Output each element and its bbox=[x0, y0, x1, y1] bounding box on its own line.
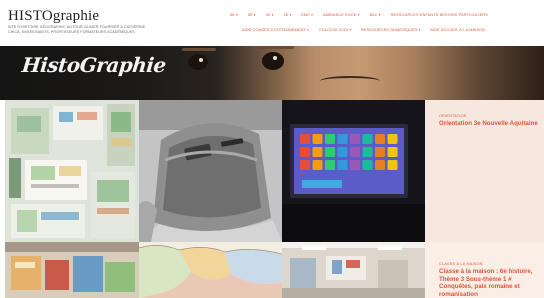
post-category[interactable]: Orientation bbox=[439, 114, 467, 118]
europe-map-icon bbox=[139, 242, 282, 298]
nav-item-primary-5[interactable]: Ambiance EGCE▾ bbox=[323, 13, 359, 17]
caret-down-icon: ▾ bbox=[311, 13, 313, 17]
nav-item-secondary-3[interactable]: Aide accueil à la maison bbox=[430, 28, 485, 32]
nav-item-label: 5e bbox=[247, 13, 253, 17]
post-thumbnail-map-europe[interactable] bbox=[139, 242, 282, 298]
nav-item-primary-3[interactable]: 3e▾ bbox=[283, 13, 291, 17]
caret-down-icon: ▾ bbox=[235, 13, 238, 17]
portrait-eye bbox=[188, 54, 208, 70]
caret-down-icon: ▾ bbox=[289, 13, 292, 17]
banner-logo[interactable]: HistoGraphie bbox=[21, 53, 167, 77]
app-tile-icon bbox=[375, 160, 385, 170]
post-card-classe-maison[interactable]: Classe à la maison Classe à la maison : … bbox=[425, 242, 544, 298]
caret-down-icon: ▾ bbox=[253, 13, 256, 17]
app-tile-icon bbox=[375, 147, 385, 157]
nav-item-label: 4e bbox=[265, 13, 271, 17]
post-thumbnail-classroom[interactable] bbox=[5, 242, 139, 298]
portrait-eye bbox=[262, 52, 284, 70]
post-thumbnail-room[interactable] bbox=[282, 242, 425, 298]
nav-item-primary-7[interactable]: Ressources enfants besoins particuliers bbox=[391, 13, 488, 17]
post-thumbnail-backpack[interactable] bbox=[139, 100, 282, 242]
nav-item-label: Ressources numériques bbox=[361, 28, 418, 32]
portrait-shadow bbox=[320, 76, 380, 86]
nav-item-secondary-1[interactable]: Collège 2019▾ bbox=[319, 28, 351, 32]
app-tile-icon bbox=[387, 147, 398, 157]
portrait-brow bbox=[182, 48, 216, 51]
nav-item-label: Ressources enfants besoins particuliers bbox=[390, 13, 488, 17]
caret-down-icon: ▾ bbox=[378, 13, 381, 17]
app-tile-icon bbox=[375, 134, 385, 144]
main-nav: 6e▾ 5e▾ 4e▾ 3e▾ EMC▾ Ambiance EGCE▾ Bac▾ Ressou… bbox=[230, 9, 542, 36]
app-tile-icon bbox=[325, 160, 335, 170]
site-header: HISTOgraphie Site d'histoire géographie,… bbox=[0, 0, 544, 46]
classroom-photo-icon bbox=[5, 242, 139, 298]
caret-down-icon: ▾ bbox=[271, 13, 274, 17]
nav-item-primary-1[interactable]: 5e▾ bbox=[248, 13, 256, 17]
nav-item-label: Aide accueil à la maison bbox=[430, 28, 486, 32]
nav-item-label: Ambiance EGCE bbox=[323, 13, 357, 17]
nav-item-label: Aide conseils entraînement bbox=[242, 28, 307, 32]
app-tile-icon bbox=[300, 134, 310, 144]
post-thumbnail-digital-board[interactable] bbox=[282, 100, 425, 242]
map-photo-icon bbox=[5, 100, 139, 242]
post-category[interactable]: Classe à la maison bbox=[439, 262, 483, 266]
nav-item-primary-0[interactable]: 6e▾ bbox=[230, 13, 238, 17]
app-tile-icon bbox=[337, 134, 348, 144]
hero-banner: HistoGraphie bbox=[0, 46, 544, 100]
app-tile-icon bbox=[325, 134, 335, 144]
app-tile-icon bbox=[337, 147, 348, 157]
nav-item-primary-4[interactable]: EMC▾ bbox=[301, 13, 313, 17]
post-title[interactable]: Orientation 3e Nouvelle Aquitaine bbox=[439, 120, 538, 128]
app-tile-icon bbox=[387, 134, 398, 144]
site-description: Site d'histoire géographie, autour Olivi… bbox=[8, 25, 146, 34]
posts-grid: Orientation Orientation 3e Nouvelle Aqui… bbox=[0, 100, 544, 298]
portrait-brow bbox=[256, 46, 294, 49]
site-title[interactable]: HISTOgraphie bbox=[8, 8, 99, 25]
nav-item-label: 3e bbox=[283, 13, 289, 17]
nav-item-label: Collège 2019 bbox=[318, 28, 349, 32]
caret-down-icon: ▾ bbox=[357, 13, 360, 17]
post-card-orientation[interactable]: Orientation Orientation 3e Nouvelle Aqui… bbox=[425, 100, 544, 242]
nav-item-secondary-0[interactable]: Aide conseils entraînement▾ bbox=[242, 28, 309, 32]
nav-item-primary-6[interactable]: Bac▾ bbox=[369, 13, 380, 17]
app-tile-icon bbox=[387, 160, 398, 170]
nav-item-label: EMC bbox=[301, 13, 311, 17]
backpack-photo-icon bbox=[139, 100, 282, 242]
app-tile-icon bbox=[300, 160, 310, 170]
app-tile-icon bbox=[312, 147, 323, 157]
app-tile-icon bbox=[362, 147, 373, 157]
app-tile-icon bbox=[362, 134, 373, 144]
nav-item-secondary-2[interactable]: Ressources numériques▾ bbox=[361, 28, 420, 32]
app-tile-icon bbox=[350, 147, 360, 157]
app-tile-icon bbox=[312, 134, 323, 144]
app-tile-icon bbox=[362, 160, 373, 170]
app-tile-icon bbox=[337, 160, 348, 170]
app-tile-icon bbox=[300, 147, 310, 157]
app-tile-icon bbox=[350, 134, 360, 144]
app-tile-icon bbox=[325, 147, 335, 157]
nav-item-primary-2[interactable]: 4e▾ bbox=[266, 13, 274, 17]
nav-item-label: Bac bbox=[369, 13, 378, 17]
caret-down-icon: ▾ bbox=[418, 28, 421, 32]
room-photo-icon bbox=[282, 242, 425, 298]
screen-photo-icon bbox=[282, 100, 425, 242]
app-tile-icon bbox=[350, 160, 360, 170]
nav-row-secondary: Aide conseils entraînement▾ Collège 2019▾… bbox=[230, 24, 542, 36]
nav-row-primary: 6e▾ 5e▾ 4e▾ 3e▾ EMC▾ Ambiance EGCE▾ Bac▾ Ressou… bbox=[230, 9, 542, 21]
caret-down-icon: ▾ bbox=[307, 28, 309, 32]
nav-item-label: 6e bbox=[230, 13, 235, 17]
post-thumbnail-map[interactable] bbox=[5, 100, 139, 242]
post-title[interactable]: Classe à la maison : 6e histoire, Thème … bbox=[439, 268, 543, 298]
caret-down-icon: ▾ bbox=[349, 28, 351, 32]
app-tile-icon bbox=[312, 160, 323, 170]
